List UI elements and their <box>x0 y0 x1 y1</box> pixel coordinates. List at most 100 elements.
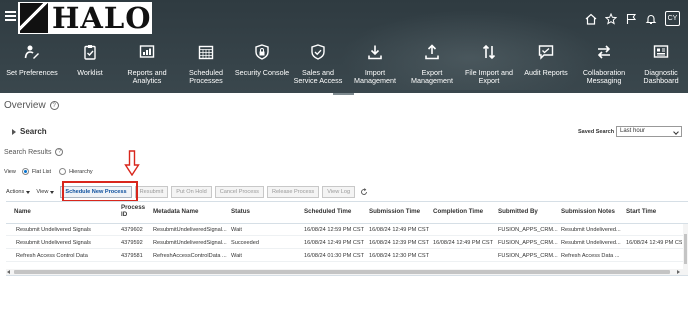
help-icon[interactable]: ? <box>49 101 59 110</box>
radio-flat-list-label: Flat List <box>31 168 52 175</box>
dashboard-icon <box>653 45 669 58</box>
cell-process-id: 4379592 <box>121 240 143 246</box>
nav-label: Worklist <box>77 68 103 77</box>
bell-icon[interactable] <box>645 13 657 25</box>
column-header[interactable]: Start Time <box>626 208 656 215</box>
view-log-button[interactable]: View Log <box>322 186 356 198</box>
nav-diagnostic-dashboard[interactable]: Diagnostic Dashboard <box>634 44 688 90</box>
cell-submission-notes: Resubmit Undelivered... <box>561 240 621 246</box>
column-header[interactable]: Status <box>231 208 250 215</box>
nav-label: Reports and Analytics <box>127 68 167 85</box>
column-header[interactable]: Submitted By <box>498 208 538 215</box>
nav-collaboration-messaging[interactable]: Collaboration Messaging <box>574 44 634 90</box>
saved-search-select[interactable]: Last hour <box>616 126 682 137</box>
view-menu-label: View <box>36 189 49 195</box>
nav-worklist[interactable]: Worklist <box>64 44 116 90</box>
cancel-process-button[interactable]: Cancel Process <box>214 186 264 198</box>
cell-submitted-by: FUSION_APPS_CRM... <box>498 227 558 233</box>
refresh-icon[interactable] <box>360 188 368 196</box>
resubmit-button[interactable]: Resubmit <box>134 186 169 198</box>
column-header[interactable]: Metadata Name <box>153 208 198 215</box>
home-icon[interactable] <box>585 13 597 25</box>
calendar-grid-icon <box>198 45 214 60</box>
actions-menu[interactable]: Actions <box>6 189 31 195</box>
nav-label: Export Management <box>411 68 453 85</box>
nav-export-management[interactable]: Export Management <box>404 44 460 90</box>
scroll-left-icon[interactable] <box>7 270 10 274</box>
search-label: Search <box>20 127 47 136</box>
search-disclosure[interactable]: Search <box>12 127 47 136</box>
nav-reports-and-analytics[interactable]: Reports and Analytics <box>116 44 178 90</box>
nav-set-preferences[interactable]: Set Preferences <box>0 44 64 90</box>
nav-scheduled-processes[interactable]: Scheduled Processes <box>178 44 234 90</box>
column-header[interactable]: Name <box>14 208 31 215</box>
nav-security-console[interactable]: Security Console <box>234 44 290 90</box>
flag-icon[interactable] <box>625 13 637 25</box>
radio-hierarchy-label: Hierarchy <box>69 168 93 175</box>
results-toolbar: Actions View Schedule New Process Resubm… <box>6 185 368 199</box>
user-avatar[interactable]: CY <box>665 11 680 26</box>
page-title: Overview ? <box>4 100 59 111</box>
expand-triangle-icon <box>12 128 16 135</box>
release-process-button[interactable]: Release Process <box>266 186 320 198</box>
clipboard-check-icon <box>84 45 96 60</box>
put-on-hold-button[interactable]: Put On Hold <box>171 186 212 198</box>
nav-label: Collaboration Messaging <box>582 68 626 85</box>
springboard-nav: Set Preferences Worklist Reports and Ana… <box>0 44 688 90</box>
table-row[interactable]: Resubmit Undelivered Signals 4379602 Res… <box>6 224 684 236</box>
exchange-arrows-icon <box>597 45 611 59</box>
caret-down-icon <box>50 190 55 194</box>
cell-name: Refresh Access Control Data <box>16 253 88 259</box>
column-header[interactable]: Completion Time <box>433 208 483 215</box>
actions-menu-label: Actions <box>6 189 25 195</box>
audit-chat-icon <box>538 45 554 60</box>
column-header[interactable]: Submission Notes <box>561 208 615 215</box>
vertical-scrollbar[interactable] <box>683 224 688 270</box>
table-row[interactable]: Refresh Access Control Data 4379581 Refr… <box>6 250 684 262</box>
search-results-heading: Search Results ? <box>4 148 64 156</box>
cell-process-id: 4379602 <box>121 227 143 233</box>
cell-submission-notes: Resubmit Undelivered... <box>561 227 621 233</box>
column-header[interactable]: Scheduled Time <box>304 208 351 215</box>
cell-scheduled-time: 16/08/24 12:59 PM CST <box>304 227 365 233</box>
horizontal-scrollbar[interactable] <box>6 269 688 275</box>
shield-lock-icon <box>255 44 269 60</box>
cell-status: Wait <box>231 253 242 259</box>
nav-file-import-and-export[interactable]: File Import and Export <box>460 44 518 90</box>
nav-sales-and-service-access[interactable]: Sales and Service Access <box>290 44 346 90</box>
view-menu[interactable]: View <box>36 189 55 195</box>
scrollbar-thumb[interactable] <box>14 270 670 274</box>
cell-completion-time: 16/08/24 12:49 PM CST <box>433 240 494 246</box>
report-chart-icon <box>139 45 155 58</box>
cell-submitted-by: FUSION_APPS_CRM... <box>498 253 558 259</box>
nav-audit-reports[interactable]: Audit Reports <box>518 44 574 90</box>
cell-metadata-name: ResubmitUndeliveredSignal... <box>153 240 227 246</box>
radio-flat-list[interactable] <box>21 168 29 175</box>
upload-icon <box>425 44 439 60</box>
nav-label: Set Preferences <box>6 68 58 77</box>
nav-label: Audit Reports <box>524 68 568 77</box>
radio-hierarchy[interactable] <box>59 168 67 175</box>
nav-scroll-indicator <box>333 93 354 95</box>
table-row[interactable]: Resubmit Undelivered Signals 4379592 Res… <box>6 237 684 249</box>
star-icon[interactable] <box>605 12 617 25</box>
column-header[interactable]: Submission Time <box>369 208 420 215</box>
menu-icon[interactable] <box>5 11 16 21</box>
up-down-arrows-icon <box>482 44 496 60</box>
view-mode-row: View Flat List Hierarchy <box>4 168 93 175</box>
nav-label: Import Management <box>354 68 396 85</box>
saved-search-label: Saved Search <box>578 129 615 135</box>
help-icon[interactable]: ? <box>55 148 64 156</box>
cell-start-time: 16/08/24 12:49 PM CS <box>626 240 682 246</box>
column-header[interactable]: Process ID <box>121 204 147 218</box>
nav-import-management[interactable]: Import Management <box>346 44 404 90</box>
scrollbar-thumb[interactable] <box>684 234 687 264</box>
cell-submission-notes: Refresh Access Data ... <box>561 253 620 259</box>
scroll-right-icon[interactable] <box>677 270 680 274</box>
cell-submission-time: 16/08/24 12:49 PM CST <box>369 227 430 233</box>
cell-metadata-name: RefreshAccessControlData ... <box>153 253 227 259</box>
halo-logo[interactable]: HALO <box>18 2 152 34</box>
global-icons: CY <box>585 11 680 26</box>
nav-label: File Import and Export <box>465 68 513 85</box>
nav-label: Sales and Service Access <box>293 68 343 85</box>
